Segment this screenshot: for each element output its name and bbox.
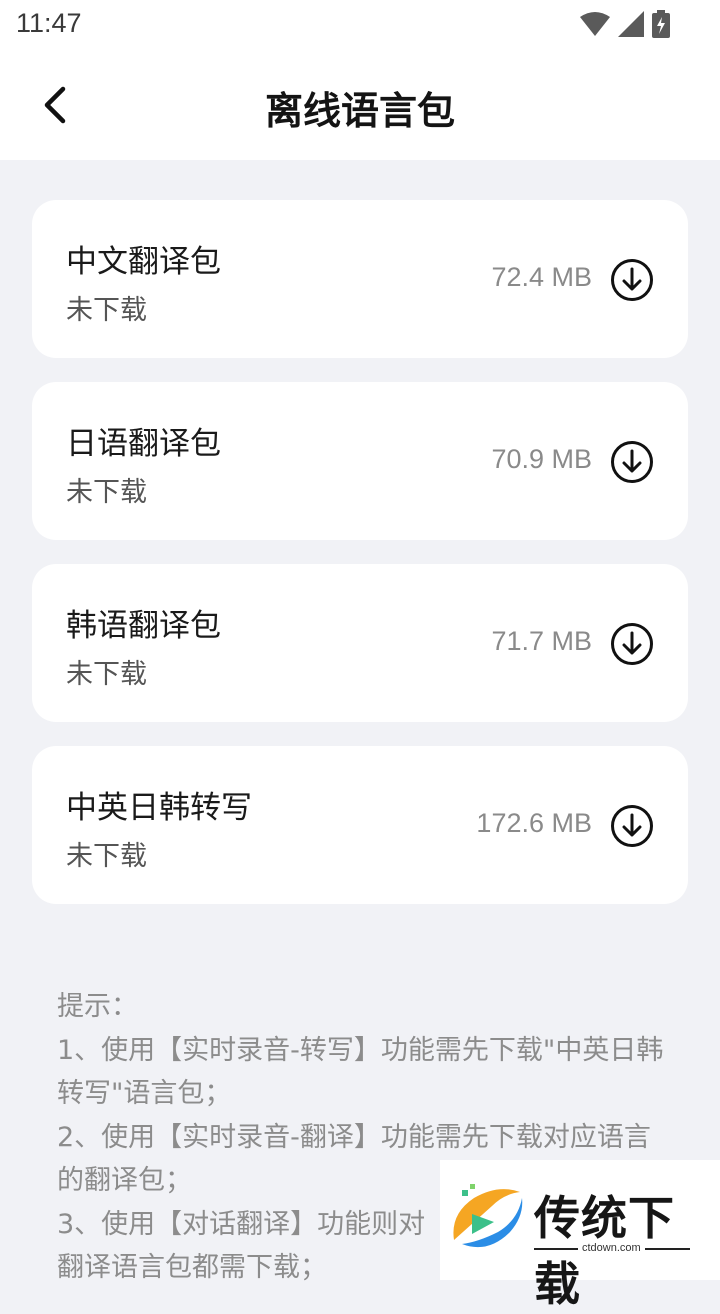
package-status: 未下载 xyxy=(66,659,147,690)
tips-title: 提示： xyxy=(57,991,138,1022)
package-card-korean[interactable]: 韩语翻译包 未下载 71.7 MB xyxy=(32,564,688,722)
battery-charging-icon xyxy=(652,10,670,38)
package-name: 中英日韩转写 xyxy=(66,790,252,826)
package-status: 未下载 xyxy=(66,295,147,326)
status-time: 11:47 xyxy=(16,8,82,38)
package-list: 中文翻译包 未下载 72.4 MB 日语翻译包 未下载 70.9 MB 韩语翻译… xyxy=(32,200,688,928)
download-icon[interactable] xyxy=(610,622,654,666)
package-name: 中文翻译包 xyxy=(66,244,221,280)
signal-icon xyxy=(618,11,644,37)
watermark: 传统下载 ctdown.com xyxy=(440,1160,720,1311)
wifi-icon xyxy=(580,12,610,36)
watermark-url: ctdown.com xyxy=(578,1242,645,1254)
package-size: 70.9 MB xyxy=(491,444,592,474)
download-icon[interactable] xyxy=(610,804,654,848)
watermark-logo-icon xyxy=(453,1184,523,1248)
download-icon[interactable] xyxy=(610,440,654,484)
package-card-chinese[interactable]: 中文翻译包 未下载 72.4 MB xyxy=(32,200,688,358)
status-icons xyxy=(580,10,670,38)
package-name: 日语翻译包 xyxy=(66,426,221,462)
package-card-transcription[interactable]: 中英日韩转写 未下载 172.6 MB xyxy=(32,746,688,904)
package-card-japanese[interactable]: 日语翻译包 未下载 70.9 MB xyxy=(32,382,688,540)
package-size: 172.6 MB xyxy=(476,808,592,838)
page-title: 离线语言包 xyxy=(264,89,455,133)
tips-line-1: 1、使用【实时录音-转写】功能需先下载"中英日韩转写"语言包； xyxy=(57,1034,664,1110)
package-size: 72.4 MB xyxy=(491,262,592,292)
package-size: 71.7 MB xyxy=(491,626,592,656)
package-status: 未下载 xyxy=(66,841,147,872)
download-icon[interactable] xyxy=(610,258,654,302)
status-bar: 11:47 xyxy=(0,0,720,50)
package-name: 韩语翻译包 xyxy=(66,608,221,644)
package-status: 未下载 xyxy=(66,477,147,508)
header: 离线语言包 xyxy=(0,50,720,160)
